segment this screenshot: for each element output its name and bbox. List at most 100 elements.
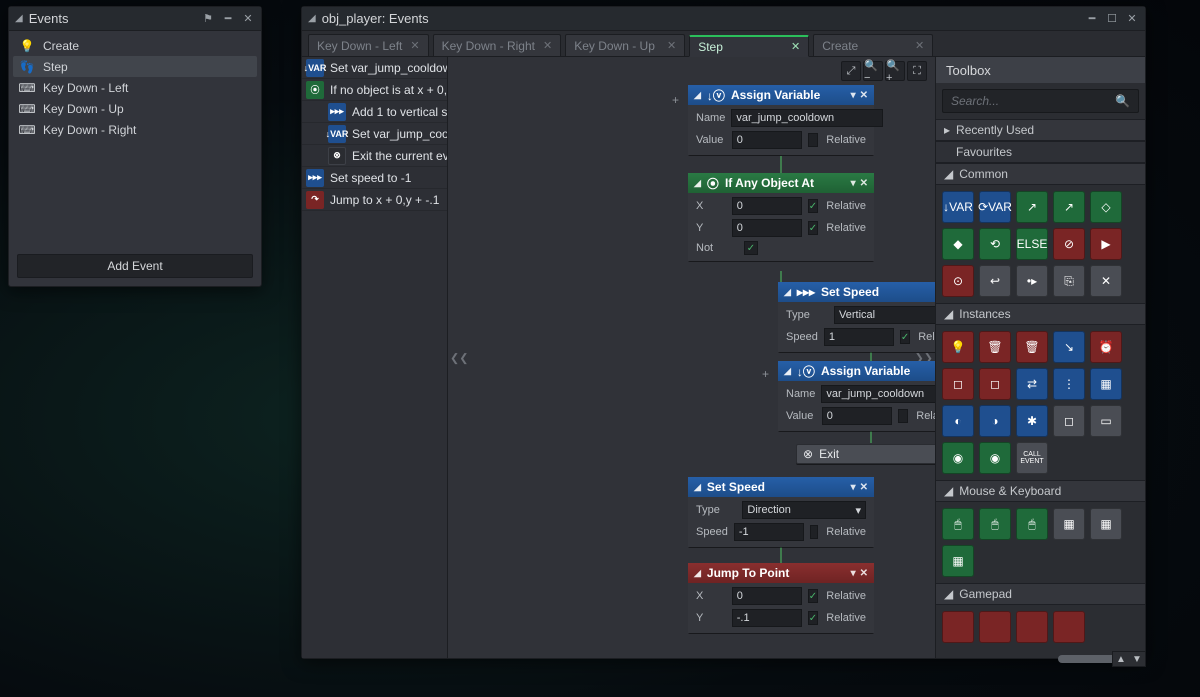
type-select[interactable]: Direction▾ (742, 501, 866, 519)
toolbox-action[interactable]: 🗑 (979, 331, 1011, 363)
toolbox-action[interactable]: ◻ (1053, 405, 1085, 437)
dropdown-icon[interactable]: ▾ (851, 482, 856, 493)
event-item-key-down-left[interactable]: ⌨ Key Down - Left (13, 77, 257, 98)
toolbox-action[interactable]: 🖱 (1016, 508, 1048, 540)
events-panel-titlebar[interactable]: ◢ Events ⚑ ━ ✕ (9, 7, 261, 31)
close-icon[interactable]: ✕ (860, 178, 868, 189)
close-icon[interactable]: ✕ (667, 39, 676, 52)
y-relative-checkbox[interactable]: ✓ (808, 221, 819, 235)
action-row[interactable]: ↓VAR Set var_jump_cooldo (302, 123, 447, 145)
event-item-key-down-up[interactable]: ⌨ Key Down - Up (13, 98, 257, 119)
x-relative-checkbox[interactable]: ✓ (808, 589, 819, 603)
x-input[interactable] (732, 587, 802, 605)
section-mouse-keyboard[interactable]: ◢ Mouse & Keyboard (936, 480, 1145, 502)
block-assign-variable-2[interactable]: ◢ ↓ⓥ Assign Variable ▾✕ Name Value Relat… (778, 361, 935, 431)
name-input[interactable] (821, 385, 935, 403)
toolbox-action[interactable]: 🖱 (942, 508, 974, 540)
value-input[interactable] (732, 131, 802, 149)
toolbox-action[interactable]: ◑ (979, 405, 1011, 437)
collapse-icon[interactable]: ◢ (784, 287, 791, 298)
action-row[interactable]: ⊗ Exit the current even (302, 145, 447, 167)
action-row[interactable]: ⦿ If no object is at x + 0, (302, 79, 447, 101)
toolbox-action[interactable]: ◇ (1090, 191, 1122, 223)
horizontal-scrollbar[interactable] (301, 653, 1146, 665)
relative-checkbox[interactable] (898, 409, 909, 423)
fullscreen-button[interactable]: ⛶ (907, 61, 927, 81)
search-input[interactable] (951, 94, 1115, 108)
panel-resize-arrows[interactable]: ▲ ▼ (1112, 651, 1146, 667)
section-recently-used[interactable]: ▸ Recently Used (936, 119, 1145, 141)
y-relative-checkbox[interactable]: ✓ (808, 611, 819, 625)
tab-step[interactable]: Step✕ (689, 35, 809, 57)
action-row[interactable]: ▸▸▸ Add 1 to vertical spe (302, 101, 447, 123)
toolbox-action[interactable]: ↘ (1053, 331, 1085, 363)
toolbox-action[interactable]: ⏰ (1090, 331, 1122, 363)
relative-checkbox[interactable] (808, 133, 819, 147)
dropdown-icon[interactable]: ▾ (851, 568, 856, 579)
tab-key-down-up[interactable]: Key Down - Up✕ (565, 34, 685, 56)
zoom-reset-button[interactable]: ⤢ (841, 61, 861, 81)
close-icon[interactable]: ✕ (1125, 12, 1139, 26)
toolbox-action[interactable]: ↓VAR (942, 191, 974, 223)
close-icon[interactable]: ✕ (860, 482, 868, 493)
collapse-icon[interactable]: ◢ (694, 568, 701, 579)
down-arrow-icon[interactable]: ▼ (1129, 652, 1145, 666)
toolbox-action[interactable]: ⟲ (979, 228, 1011, 260)
dnd-canvas[interactable]: ⤢ 🔍− 🔍+ ⛶ ❮❮ ❯❯ + ◢ ↓ⓥ Assign Variable (448, 57, 935, 658)
expand-left-icon[interactable]: ❮❮ (450, 351, 468, 364)
toolbox-action[interactable]: ✱ (1016, 405, 1048, 437)
action-row[interactable]: ↷ Jump to x + 0,y + -.1 (302, 189, 447, 211)
section-gamepad[interactable]: ◢ Gamepad (936, 583, 1145, 605)
toolbox-action[interactable]: ▦ (1090, 368, 1122, 400)
minimize-icon[interactable]: ━ (1085, 12, 1099, 26)
section-instances[interactable]: ◢ Instances (936, 303, 1145, 325)
toolbox-action[interactable]: ◉ (979, 442, 1011, 474)
tab-create[interactable]: Create✕ (813, 34, 933, 56)
maximize-icon[interactable]: ☐ (1105, 12, 1119, 26)
up-arrow-icon[interactable]: ▲ (1113, 652, 1129, 666)
toolbox-action[interactable]: ▦ (942, 545, 974, 577)
speed-input[interactable] (734, 523, 804, 541)
y-input[interactable] (732, 609, 802, 627)
name-input[interactable] (731, 109, 883, 127)
close-icon[interactable]: ✕ (791, 40, 800, 53)
collapse-icon[interactable]: ◢ (694, 90, 701, 101)
tab-key-down-right[interactable]: Key Down - Right✕ (433, 34, 562, 56)
action-row[interactable]: ↓VAR Set var_jump_cooldown (302, 57, 447, 79)
section-favourites[interactable]: ▸ Favourites (936, 141, 1145, 163)
action-row[interactable]: ▸▸▸ Set speed to -1 (302, 167, 447, 189)
toolbox-action[interactable]: ⊘ (1053, 228, 1085, 260)
toolbox-action[interactable]: 💡 (942, 331, 974, 363)
minimize-icon[interactable]: ━ (221, 12, 235, 26)
toolbox-action[interactable]: 🗑 (1016, 331, 1048, 363)
block-if-any-object-at[interactable]: ◢ ⦿ If Any Object At ▾✕ X ✓ Relative Y (688, 173, 874, 261)
event-item-key-down-right[interactable]: ⌨ Key Down - Right (13, 119, 257, 140)
block-jump-to-point[interactable]: ◢ Jump To Point ▾✕ X ✓ Relative Y ✓ (688, 563, 874, 633)
close-icon[interactable]: ✕ (410, 39, 419, 52)
type-select[interactable]: Vertical▾ (834, 306, 935, 324)
block-assign-variable-1[interactable]: ◢ ↓ⓥ Assign Variable ▾✕ Name Value Relat… (688, 85, 874, 155)
toolbox-action[interactable]: ◻ (942, 368, 974, 400)
close-icon[interactable]: ✕ (860, 90, 868, 101)
obj-panel-titlebar[interactable]: ◢ obj_player: Events ━ ☐ ✕ (302, 7, 1145, 31)
event-item-step[interactable]: 👣 Step (13, 56, 257, 77)
collapse-icon[interactable]: ◢ (694, 482, 701, 493)
toolbox-action[interactable] (1053, 611, 1085, 643)
toolbox-action[interactable]: ELSE (1016, 228, 1048, 260)
toolbox-search[interactable]: 🔍 (942, 89, 1139, 113)
close-icon[interactable]: ✕ (915, 39, 924, 52)
toolbox-action[interactable]: ⇄ (1016, 368, 1048, 400)
toolbox-action[interactable] (1016, 611, 1048, 643)
block-set-speed-direction[interactable]: ◢ Set Speed ▾✕ Type Direction▾ Speed (688, 477, 874, 547)
y-input[interactable] (732, 219, 802, 237)
toolbox-action[interactable]: 🖱 (979, 508, 1011, 540)
speed-input[interactable] (824, 328, 894, 346)
collapse-icon[interactable]: ◢ (694, 178, 701, 189)
add-above-icon[interactable]: + (672, 93, 679, 107)
event-item-create[interactable]: 💡 Create (13, 35, 257, 56)
toolbox-action[interactable]: ◐ (942, 405, 974, 437)
toolbox-action[interactable]: ▶ (1090, 228, 1122, 260)
x-relative-checkbox[interactable]: ✓ (808, 199, 819, 213)
not-checkbox[interactable]: ✓ (744, 241, 758, 255)
toolbox-action[interactable]: ↗ (1053, 191, 1085, 223)
